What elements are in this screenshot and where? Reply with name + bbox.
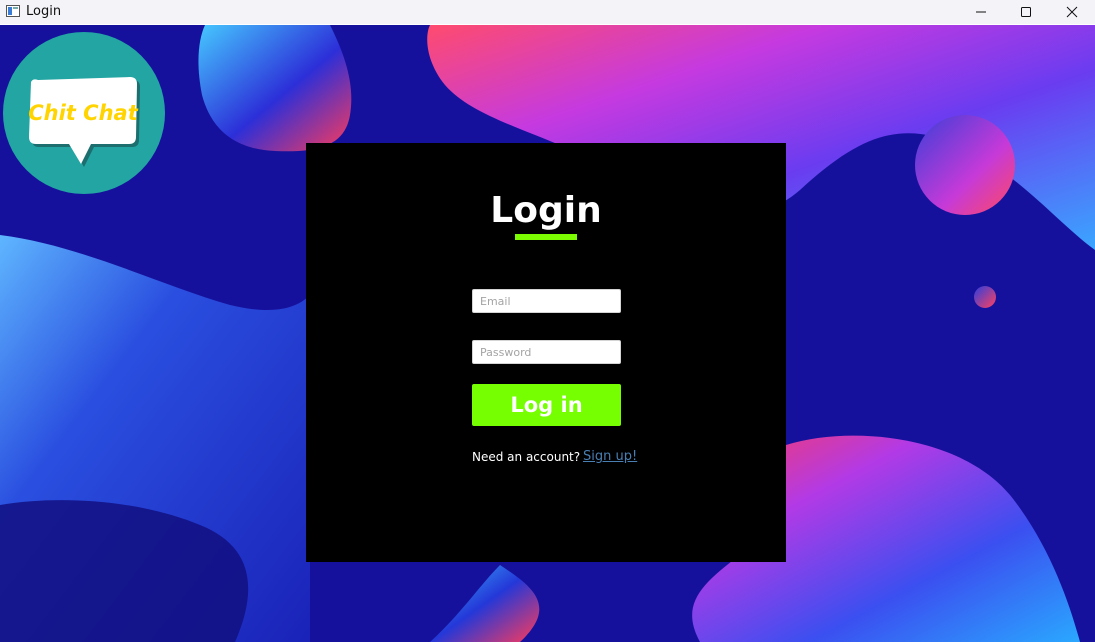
title-bar: Login (0, 0, 1095, 24)
minimize-button[interactable] (958, 0, 1004, 24)
close-icon (1066, 6, 1078, 18)
signup-link[interactable]: Sign up! (583, 449, 637, 464)
password-field[interactable] (472, 340, 621, 364)
minimize-icon (976, 11, 986, 13)
chit-chat-logo: Chit Chat (3, 32, 165, 194)
maximize-button[interactable] (1003, 0, 1049, 24)
login-panel: Login Log in Need an account? Sign up! (306, 143, 786, 562)
app-icon (6, 5, 20, 17)
login-button[interactable]: Log in (472, 384, 621, 426)
login-heading: Login (490, 190, 602, 231)
logo-text: Chit Chat (28, 101, 138, 125)
window-title: Login (26, 4, 62, 19)
login-window: Login Chit Chat Login Email Log in Need … (0, 0, 1095, 642)
maximize-icon (1021, 7, 1031, 17)
need-account-label: Need an account? (472, 450, 581, 464)
email-field[interactable] (472, 289, 621, 313)
heading-underline (515, 234, 577, 240)
close-button[interactable] (1049, 0, 1095, 24)
